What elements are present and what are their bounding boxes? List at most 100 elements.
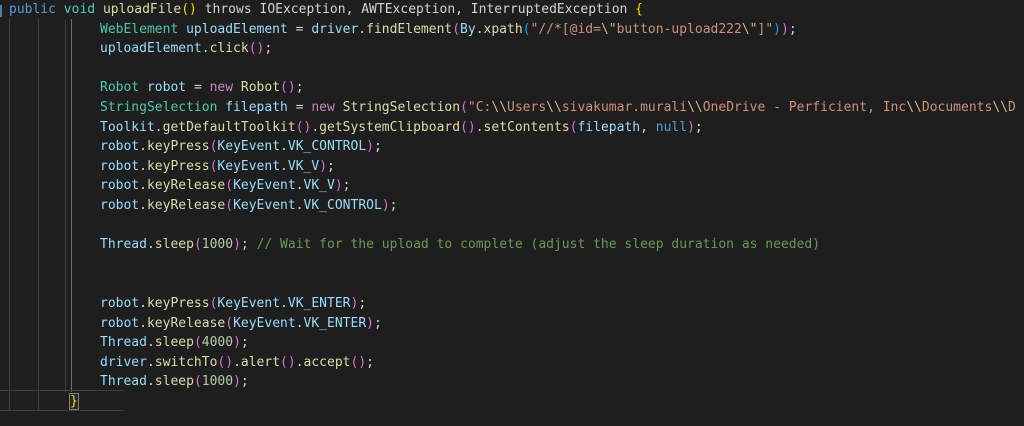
code-token: ( bbox=[452, 21, 461, 37]
code-token: 1000 bbox=[201, 374, 234, 390]
code-line[interactable]: robot.keyRelease(KeyEvent.VK_ENTER); bbox=[0, 314, 1024, 334]
code-token: public bbox=[9, 2, 64, 17]
code-token: getSystemClipboard bbox=[319, 119, 461, 135]
code-token: VK_V bbox=[303, 178, 335, 194]
code-token: uploadFile bbox=[102, 2, 182, 17]
code-token: findElement bbox=[366, 21, 453, 37]
code-line[interactable]: robot.keyPress(KeyEvent.VK_CONTROL); bbox=[0, 137, 1024, 157]
code-editor[interactable]: public void uploadFile () throws IOExcept… bbox=[0, 0, 1024, 426]
code-token: ) bbox=[780, 21, 789, 37]
code-token: . bbox=[280, 295, 288, 311]
code-token: ) bbox=[381, 197, 390, 213]
code-token: uploadElement bbox=[186, 21, 296, 37]
code-token: keyRelease bbox=[146, 197, 226, 213]
code-token: KeyEvent bbox=[217, 158, 281, 174]
code-token: () bbox=[217, 354, 234, 370]
code-token: throws IOException, AWTException, Interr… bbox=[196, 2, 636, 17]
code-lines: public void uploadFile () throws IOExcept… bbox=[0, 0, 1024, 411]
code-line[interactable]: robot.keyPress(KeyEvent.VK_V); bbox=[0, 157, 1024, 177]
code-line[interactable]: robot.keyRelease(KeyEvent.VK_CONTROL); bbox=[0, 196, 1024, 216]
code-token: null bbox=[655, 119, 688, 135]
code-token: Thread bbox=[100, 335, 147, 351]
code-token: . bbox=[139, 315, 147, 331]
code-token: ; bbox=[264, 41, 273, 57]
code-token: ) bbox=[319, 158, 328, 174]
code-token: \" bbox=[741, 21, 758, 37]
code-token: () bbox=[460, 119, 476, 135]
code-token: . bbox=[475, 119, 484, 135]
code-token: click bbox=[209, 41, 249, 57]
code-token: ; bbox=[373, 139, 382, 155]
code-token: Documents bbox=[921, 99, 993, 115]
code-token: new bbox=[209, 80, 241, 96]
code-token: KeyEvent bbox=[217, 139, 281, 155]
code-token: . bbox=[154, 119, 163, 135]
code-line[interactable]: StringSelection filepath = new StringSel… bbox=[0, 98, 1024, 118]
code-token: 4000 bbox=[201, 335, 234, 351]
code-line[interactable]: Thread.sleep(1000); bbox=[0, 372, 1024, 392]
code-token: . bbox=[139, 158, 147, 174]
code-token: new bbox=[311, 99, 343, 115]
code-token: = bbox=[295, 21, 312, 37]
code-token: ; bbox=[240, 237, 257, 253]
code-token: keyPress bbox=[146, 158, 210, 174]
code-token: ( bbox=[460, 99, 468, 115]
code-line[interactable]: Robot robot = new Robot(); bbox=[0, 78, 1024, 98]
code-token: ; bbox=[389, 197, 398, 213]
code-token: ) bbox=[233, 237, 241, 253]
code-token: ( bbox=[225, 197, 234, 213]
code-token: filepath bbox=[225, 99, 296, 115]
code-token: ) bbox=[773, 21, 781, 37]
code-token: Robot bbox=[240, 80, 281, 96]
code-line[interactable] bbox=[0, 59, 1024, 79]
code-token: \\ bbox=[992, 99, 1008, 115]
code-token: accept bbox=[303, 354, 351, 370]
code-token: xpath bbox=[483, 21, 523, 37]
code-token: sleep bbox=[154, 374, 194, 390]
code-token: \\ bbox=[687, 99, 703, 115]
code-token: VK_ENTER bbox=[303, 315, 367, 331]
code-line[interactable]: robot.keyPress(KeyEvent.VK_ENTER); bbox=[0, 294, 1024, 314]
code-line[interactable]: driver.switchTo().alert().accept(); bbox=[0, 353, 1024, 373]
code-line[interactable]: public void uploadFile() throws IOExcept… bbox=[0, 0, 1024, 20]
bracket-match: } bbox=[69, 392, 79, 410]
code-token: . bbox=[280, 139, 288, 155]
code-line[interactable]: Toolkit.getDefaultToolkit().getSystemCli… bbox=[0, 118, 1024, 138]
code-token: "C: bbox=[467, 99, 492, 115]
code-token: ; bbox=[366, 354, 374, 370]
code-token: . bbox=[311, 119, 320, 135]
code-token: void bbox=[63, 2, 103, 17]
code-token: VK_CONTROL bbox=[287, 139, 367, 155]
code-line[interactable]: Thread.sleep(4000); bbox=[0, 333, 1024, 353]
code-line[interactable] bbox=[0, 216, 1024, 236]
code-token: getDefaultToolkit bbox=[162, 119, 296, 135]
code-line[interactable]: WebElement uploadElement = driver.findEl… bbox=[0, 20, 1024, 40]
code-token: keyRelease bbox=[146, 315, 226, 331]
code-token: . bbox=[295, 315, 304, 331]
code-token: ( bbox=[225, 315, 234, 331]
code-token: driver bbox=[100, 354, 147, 370]
code-token: filepath bbox=[577, 119, 641, 135]
code-token: alert bbox=[240, 354, 281, 370]
code-line[interactable]: } bbox=[0, 392, 1024, 412]
code-token: 1000 bbox=[201, 237, 234, 253]
code-token: keyPress bbox=[146, 295, 210, 311]
code-token: ; bbox=[373, 315, 382, 331]
code-token: ; bbox=[358, 295, 367, 311]
code-line[interactable] bbox=[0, 274, 1024, 294]
code-token: keyRelease bbox=[146, 178, 226, 194]
code-token: sleep bbox=[154, 237, 194, 253]
code-token: By bbox=[460, 21, 476, 37]
code-token: { bbox=[635, 2, 643, 17]
code-token: WebElement bbox=[100, 21, 187, 37]
code-line[interactable]: uploadElement.click(); bbox=[0, 39, 1024, 59]
code-token: , bbox=[640, 119, 656, 135]
code-line[interactable]: Thread.sleep(1000); // Wait for the uplo… bbox=[0, 235, 1024, 255]
code-token: setContents bbox=[483, 119, 570, 135]
code-token: ) bbox=[334, 178, 343, 194]
code-line[interactable] bbox=[0, 255, 1024, 275]
code-token: sleep bbox=[154, 335, 194, 351]
code-token: ( bbox=[225, 178, 234, 194]
code-token: ]" bbox=[757, 21, 774, 37]
code-line[interactable]: robot.keyRelease(KeyEvent.VK_V); bbox=[0, 176, 1024, 196]
